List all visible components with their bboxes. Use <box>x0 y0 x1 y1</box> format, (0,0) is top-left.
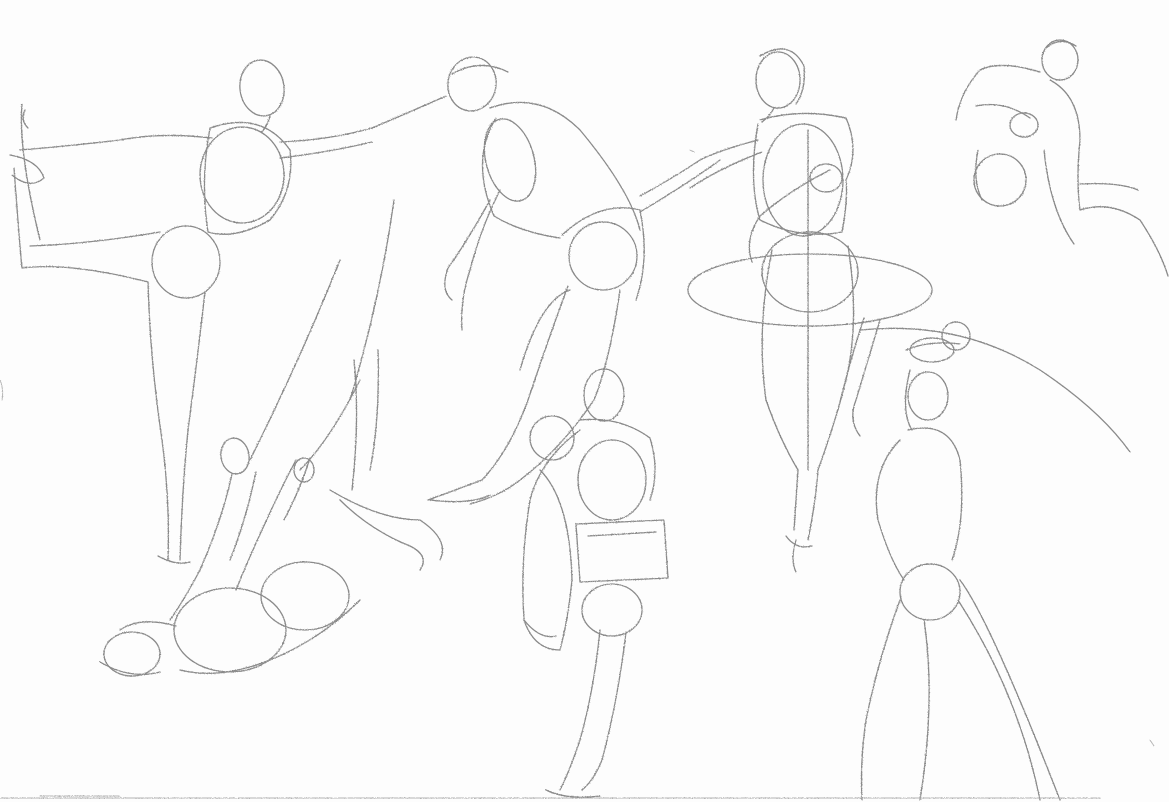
gesture-sketches <box>0 39 1169 801</box>
figure-holding-book <box>522 368 669 798</box>
figure-standing-arm-extended <box>639 48 933 573</box>
figure-reclining <box>99 199 444 677</box>
figure-crouching <box>955 39 1169 277</box>
figure-standing-leg-raised <box>9 59 447 564</box>
sketch-sheet <box>0 0 1169 802</box>
construction-lines <box>0 149 1155 799</box>
figure-arm-raised-staff <box>837 317 1131 801</box>
